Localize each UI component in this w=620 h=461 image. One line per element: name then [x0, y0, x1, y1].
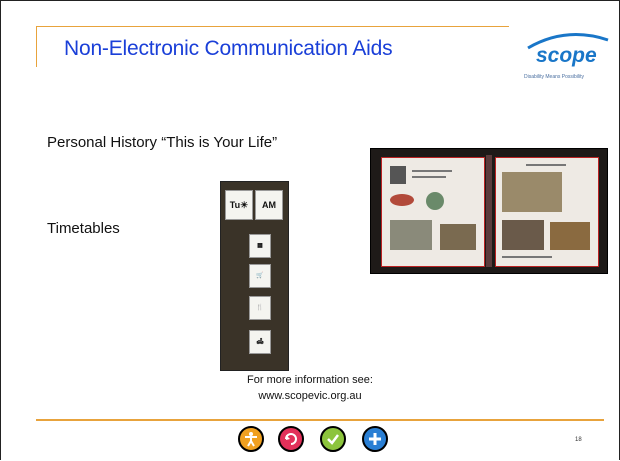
- timetable-card: AM: [255, 190, 283, 220]
- timetable-card: 🛒: [249, 264, 271, 288]
- timetable-card: 🍴: [249, 296, 271, 320]
- book-spine: [486, 155, 492, 267]
- book-right-page: [495, 157, 599, 267]
- footer-icon-row: [228, 426, 398, 456]
- page-number: 18: [575, 437, 582, 443]
- plus-icon: [362, 426, 388, 452]
- footer-info-line: For more information see:: [247, 374, 373, 386]
- footer-rule: [36, 419, 604, 421]
- timetable-card: 🛋: [249, 330, 271, 354]
- logo-tagline: Disability Means Possibility: [524, 74, 585, 80]
- timetable-card: Tu☀: [225, 190, 253, 220]
- logo-word: scope: [536, 44, 597, 67]
- book-left-page: [381, 157, 485, 267]
- timetable-card: ▦: [249, 234, 271, 258]
- accessibility-icon: [238, 426, 264, 452]
- bullet-timetables: Timetables: [47, 220, 120, 237]
- bullet-personal-history: Personal History “This is Your Life”: [47, 134, 278, 151]
- scope-logo: scope Disability Means Possibility: [520, 28, 612, 88]
- timetable-image: Tu☀ AM ▦ 🛒 🍴 🛋: [220, 181, 289, 371]
- slide-title: Non-Electronic Communication Aids: [64, 37, 393, 60]
- refresh-icon: [278, 426, 304, 452]
- check-icon: [320, 426, 346, 452]
- life-book-photo: [370, 148, 608, 274]
- footer-website-link[interactable]: www.scopevic.org.au: [0, 390, 620, 402]
